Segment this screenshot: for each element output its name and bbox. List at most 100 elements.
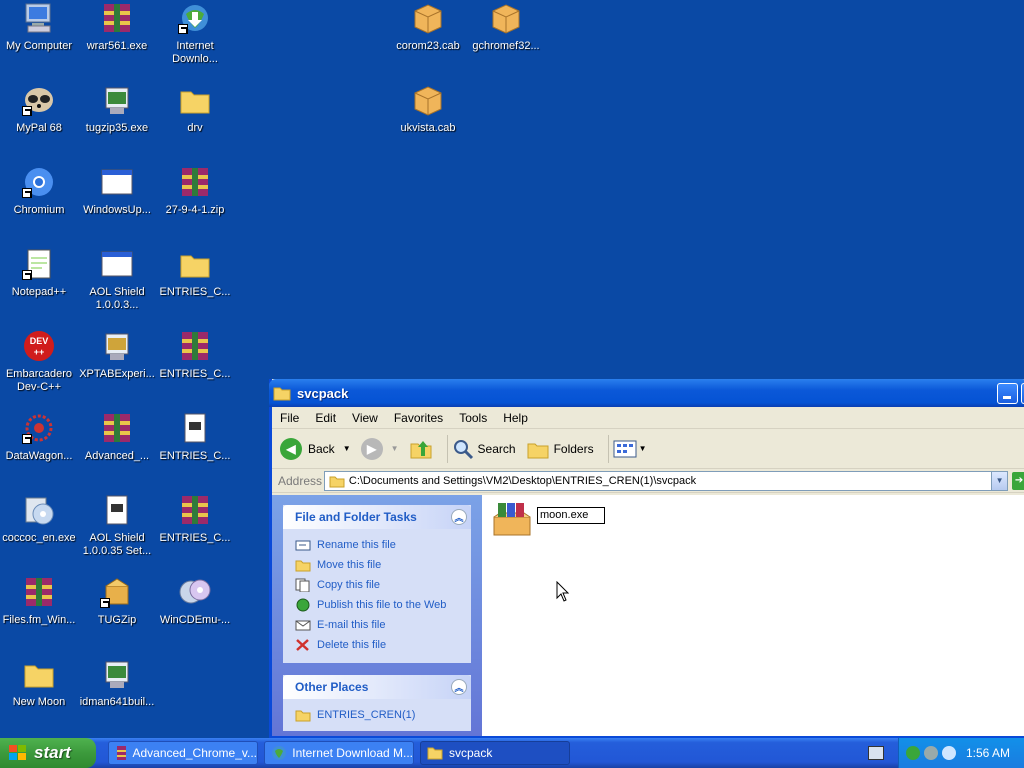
search-button[interactable]: Search <box>452 438 516 460</box>
task-email[interactable]: E-mail this file <box>283 615 471 635</box>
file-tasks-title: File and Folder Tasks <box>295 510 417 524</box>
task-move[interactable]: Move this file <box>283 555 471 575</box>
cab-icon <box>411 2 445 34</box>
go-button[interactable]: ➔ <box>1012 471 1024 490</box>
internet-download-manager-icon <box>178 2 212 34</box>
folders-label: Folders <box>553 441 594 456</box>
back-label: Back <box>308 441 335 456</box>
start-label: start <box>34 743 71 762</box>
desktop-icon-files-fm[interactable]: Files.fm_Win... <box>0 574 78 654</box>
address-dropdown-button[interactable]: ▼ <box>991 471 1008 490</box>
collapse-chevron-icon[interactable]: ︽ <box>451 679 467 695</box>
winrar-archive-icon[interactable] <box>490 503 534 537</box>
taskbar-button-internet-download[interactable]: Internet Download M... <box>264 741 414 765</box>
desktop-icon-label: Embarcadero Dev-C++ <box>5 368 73 393</box>
cd-icon[interactable] <box>923 746 938 760</box>
desktop-icon-new-moon[interactable]: New Moon <box>0 656 78 736</box>
task-delete[interactable]: Delete this file <box>283 635 471 655</box>
desktop-icon-label: AOL Shield 1.0.0.35 Set... <box>82 532 152 557</box>
title-bar[interactable]: svcpack <box>269 379 1024 407</box>
place-entries-cren[interactable]: ENTRIES_CREN(1) <box>283 705 471 725</box>
up-folder-button[interactable] <box>409 438 433 460</box>
desktop-icon-xptab[interactable]: XPTABExperi... <box>78 328 156 408</box>
folders-icon <box>527 443 549 458</box>
back-button[interactable]: ◀ Back ▼ <box>280 437 351 460</box>
desktop-icon-ukvista-cab[interactable]: ukvista.cab <box>389 82 467 162</box>
chromium-icon <box>22 166 56 198</box>
desktop-icon-entries-folder[interactable]: ENTRIES_C... <box>156 246 234 326</box>
chevron-down-icon[interactable]: ▼ <box>391 444 399 453</box>
menu-file[interactable]: File <box>272 411 307 425</box>
other-places-header[interactable]: Other Places ︽ <box>283 675 471 699</box>
desktop-icon-label: AOL Shield 1.0.0.3... <box>89 286 145 311</box>
desktop-icon-wrar561[interactable]: wrar561.exe <box>78 0 156 80</box>
task-label: Delete this file <box>317 639 387 651</box>
file-list-area[interactable]: moon.exe <box>482 495 1024 736</box>
desktop-icon-entries-rar[interactable]: ENTRIES_C... <box>156 328 234 408</box>
start-button[interactable]: start <box>0 738 96 768</box>
desktop-icon-label: WinCDEmu-... <box>159 614 231 626</box>
desktop-icon-label: New Moon <box>12 696 66 708</box>
desktop-icon-zip[interactable]: 27-9-4-1.zip <box>156 164 234 244</box>
menu-favorites[interactable]: Favorites <box>386 411 451 425</box>
task-rename[interactable]: Rename this file <box>283 535 471 555</box>
menu-view[interactable]: View <box>344 411 386 425</box>
keyboard-icon[interactable] <box>868 746 884 760</box>
desktop-icon-entries-rar-2[interactable]: ENTRIES_C... <box>156 492 234 572</box>
file-tasks-header[interactable]: File and Folder Tasks ︽ <box>283 505 471 529</box>
desktop-icon-chromium[interactable]: Chromium <box>0 164 78 244</box>
file-tasks-panel: File and Folder Tasks ︽ Rename this file… <box>283 505 471 663</box>
cab-icon <box>411 84 445 116</box>
taskbar-button-advanced-chrome[interactable]: Advanced_Chrome_v... <box>108 741 258 765</box>
desktop-icon-tugzip[interactable]: TUGZip <box>78 574 156 654</box>
collapse-chevron-icon[interactable]: ︽ <box>451 509 467 525</box>
desktop-icon-label: gchromef32... <box>472 40 540 52</box>
folder-icon <box>427 747 443 760</box>
desktop-icon-label: MyPal 68 <box>16 122 62 134</box>
window-app-icon <box>100 248 134 280</box>
task-publish[interactable]: Publish this file to the Web <box>283 595 471 615</box>
desktop-icon-tugzip35[interactable]: tugzip35.exe <box>78 82 156 162</box>
desktop-icon-aol-shield[interactable]: AOL Shield 1.0.0.3... <box>78 246 156 326</box>
desktop-icon-advanced[interactable]: Advanced_... <box>78 410 156 490</box>
desktop-icon-devcpp[interactable]: DEV ++ Embarcadero Dev-C++ <box>0 328 78 408</box>
desktop-icon-coccoc[interactable]: coccoc_en.exe <box>0 492 78 572</box>
desktop-icon-label: 27-9-4-1.zip <box>165 204 225 216</box>
folders-button[interactable]: Folders <box>526 438 594 460</box>
window-title: svcpack <box>297 385 349 401</box>
winrar-icon <box>178 330 212 362</box>
rename-input[interactable]: moon.exe <box>537 507 605 524</box>
address-field[interactable]: C:\Documents and Settings\VM2\Desktop\EN… <box>323 470 1009 491</box>
desktop-icon-entries-doc[interactable]: ENTRIES_C... <box>156 410 234 490</box>
installer-icon <box>100 84 134 116</box>
desktop-icon-gchromef32-cab[interactable]: gchromef32... <box>467 0 545 80</box>
svg-text:DEV: DEV <box>30 336 49 346</box>
task-copy[interactable]: Copy this file <box>283 575 471 595</box>
internet-download-manager-icon <box>272 746 286 760</box>
desktop-icon-datawagon[interactable]: DataWagon... <box>0 410 78 490</box>
winrar-icon <box>117 746 127 760</box>
taskbar-button-svcpack[interactable]: svcpack <box>420 741 570 765</box>
desktop-icon-drv[interactable]: drv <box>156 82 234 162</box>
minimize-button[interactable] <box>997 383 1018 404</box>
desktop-icon-wincdemu[interactable]: WinCDEmu-... <box>156 574 234 654</box>
desktop-icon-aol-shield-setup[interactable]: AOL Shield 1.0.0.35 Set... <box>78 492 156 572</box>
desktop-icon-mypal[interactable]: MyPal 68 <box>0 82 78 162</box>
chevron-down-icon[interactable]: ▼ <box>343 444 351 453</box>
clock: 1:56 AM <box>965 746 1010 760</box>
desktop-icon-windowsup[interactable]: WindowsUp... <box>78 164 156 244</box>
volume-icon[interactable] <box>941 746 956 760</box>
views-button[interactable]: ▼ <box>613 439 647 459</box>
menu-tools[interactable]: Tools <box>451 411 495 425</box>
forward-button[interactable]: ▶ ▼ <box>360 437 399 460</box>
desktop-icon-corom23-cab[interactable]: corom23.cab <box>389 0 467 80</box>
other-places-title: Other Places <box>295 680 369 694</box>
desktop-icon-internet-download[interactable]: Internet Downlo... <box>156 0 234 80</box>
network-icon[interactable] <box>905 746 920 760</box>
menu-edit[interactable]: Edit <box>307 411 344 425</box>
rename-icon <box>295 540 311 551</box>
menu-help[interactable]: Help <box>495 411 536 425</box>
desktop-icon-my-computer[interactable]: My Computer <box>0 0 78 80</box>
desktop-icon-idman641[interactable]: idman641buil... <box>78 656 156 736</box>
desktop-icon-notepadpp[interactable]: Notepad++ <box>0 246 78 326</box>
